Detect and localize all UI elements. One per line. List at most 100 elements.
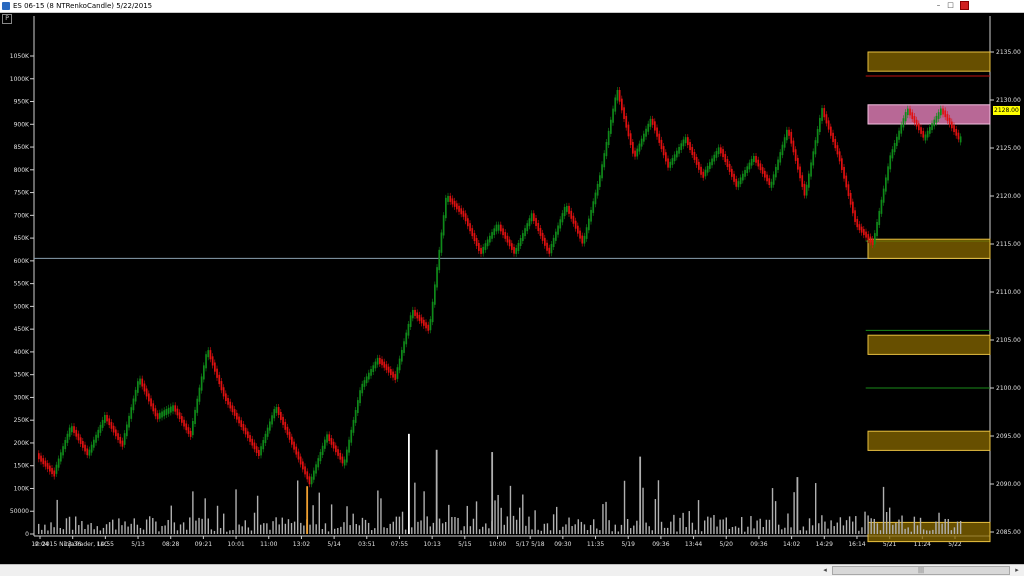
volume-tick-label: 850K — [14, 144, 30, 151]
candle-down — [632, 141, 634, 154]
candle-down — [541, 232, 544, 241]
chart-canvas[interactable]: 1050K 1000K 950K 900K 850K 800K 750K 700K 650K 60… — [0, 12, 1024, 564]
candle-up — [163, 410, 166, 417]
volume-bar — [713, 515, 715, 534]
candle-up — [643, 133, 645, 142]
candle-down — [665, 152, 667, 162]
candle-down — [458, 205, 460, 212]
candle-up — [779, 152, 782, 163]
candle-up — [200, 376, 203, 391]
volume-tick-label: 550K — [14, 281, 30, 288]
volume-bar — [824, 521, 826, 534]
volume-bar — [115, 529, 117, 534]
candle-down — [568, 205, 570, 214]
candle-up — [891, 149, 894, 159]
volume-bar — [676, 531, 678, 534]
candle-up — [709, 162, 711, 169]
volume-bar — [768, 519, 771, 534]
volume-bar — [697, 500, 700, 534]
close-button[interactable] — [960, 1, 969, 10]
scroll-thumb[interactable]: ||| — [832, 566, 1010, 575]
candle-down — [475, 238, 478, 246]
time-tick-label: 5/14 — [327, 541, 341, 548]
candle-up — [126, 424, 128, 437]
candle-down — [764, 170, 766, 178]
candle-down — [836, 145, 839, 155]
volume-bar — [959, 520, 962, 534]
volume-bar — [210, 529, 213, 534]
candle-down — [286, 426, 289, 435]
volume-bar — [744, 531, 746, 534]
candle-down — [423, 319, 425, 326]
candle-down — [847, 184, 850, 196]
minimize-button[interactable]: – — [934, 1, 943, 10]
volume-bar — [577, 519, 579, 534]
chart-area[interactable]: 1050K 1000K 950K 900K 850K 800K 750K 700K 650K 60… — [0, 12, 1024, 564]
candle-down — [427, 324, 430, 331]
volume-spike — [639, 456, 642, 534]
candle-up — [931, 123, 933, 131]
horizontal-scrollbar[interactable]: ◂ ||| ▸ — [0, 564, 1024, 576]
candle-down — [145, 388, 148, 397]
volume-bar — [926, 530, 928, 534]
candle-up — [887, 166, 889, 181]
candle-up — [605, 142, 608, 157]
volume-bar — [839, 517, 842, 534]
candle-up — [517, 242, 520, 251]
candle-up — [88, 449, 91, 456]
volume-bar — [297, 480, 299, 534]
candle-up — [753, 156, 755, 163]
volume-bar — [611, 531, 613, 534]
candle-up — [959, 136, 962, 143]
candle-down — [693, 151, 696, 160]
candle-down — [761, 167, 764, 174]
volume-bar — [457, 517, 459, 534]
volume-bar — [411, 527, 413, 534]
candle-down — [860, 226, 863, 233]
volume-bar — [213, 530, 216, 534]
time-tick-label: 07:55 — [391, 541, 408, 548]
volume-bar — [253, 512, 256, 534]
candle-up — [170, 406, 172, 413]
volume-bar — [694, 529, 697, 534]
volume-bar — [355, 523, 357, 534]
volume-bar — [815, 483, 817, 534]
candle-up — [783, 137, 786, 148]
candle-up — [348, 439, 350, 453]
volume-bar — [895, 522, 897, 534]
volume-bar — [223, 513, 225, 534]
candle-down — [792, 140, 795, 153]
candle-down — [218, 374, 221, 385]
volume-bar — [636, 520, 638, 534]
candle-up — [676, 150, 678, 158]
volume-bar — [808, 518, 811, 534]
volume-bar — [226, 531, 228, 534]
price-tick-label: 2135.00 — [996, 49, 1021, 56]
volume-bar — [633, 525, 635, 534]
volume-bar — [130, 523, 132, 534]
candle-up — [746, 166, 749, 174]
candle-up — [638, 143, 641, 152]
price-tick-label: 2090.00 — [996, 481, 1021, 488]
candle-up — [313, 470, 315, 480]
time-tick-label: 09:36 — [750, 541, 767, 548]
volume-bar — [463, 526, 465, 534]
candle-down — [500, 224, 502, 232]
volume-bar — [608, 520, 610, 534]
candle-up — [405, 332, 408, 345]
volume-bar — [799, 530, 801, 534]
candle-down — [381, 359, 383, 366]
volume-bar — [41, 529, 43, 534]
candle-down — [383, 361, 386, 368]
scroll-left-icon[interactable]: ◂ — [820, 566, 830, 575]
maximize-button[interactable]: □ — [946, 1, 955, 10]
volume-tick-label: 350K — [14, 372, 30, 379]
volume-bar — [216, 505, 219, 534]
volume-bar — [192, 491, 194, 534]
volume-tick-label: 200K — [14, 440, 30, 447]
candle-up — [559, 219, 562, 229]
scroll-right-icon[interactable]: ▸ — [1012, 566, 1022, 575]
volume-bar — [916, 525, 919, 534]
candle-up — [680, 143, 683, 150]
volume-bar — [852, 521, 854, 534]
